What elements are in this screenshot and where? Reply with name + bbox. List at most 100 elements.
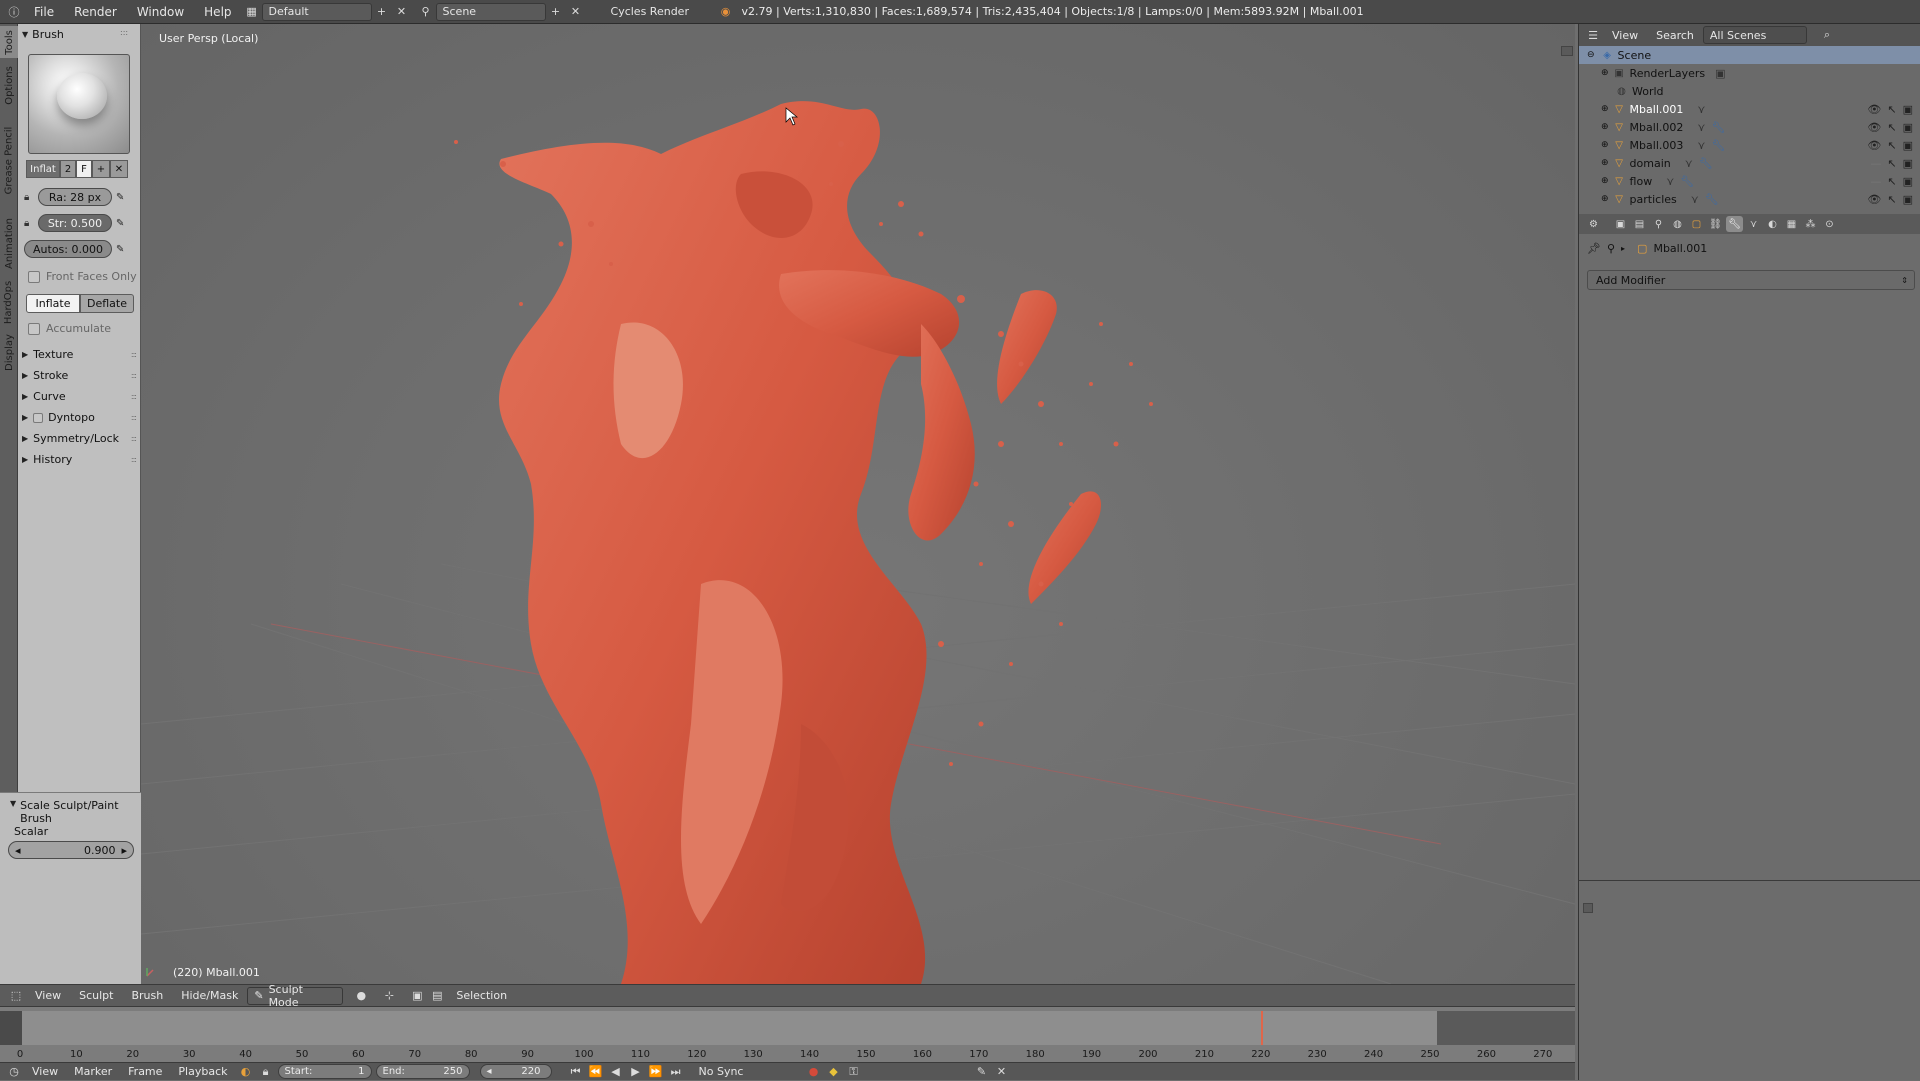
current-frame-cursor[interactable] [1260,1011,1263,1045]
drag-grip-icon[interactable]: ::: [120,28,128,37]
play-icon[interactable]: ▶ [628,1064,644,1080]
outliner-item-renderlayers[interactable]: ⊕ ▣ RenderLayers ▣ [1579,64,1920,82]
pin-icon[interactable]: 📌︎ [1587,242,1601,255]
menu-view[interactable]: View [24,1065,66,1078]
keying-set-icon[interactable]: ⚿ [846,1064,862,1080]
decrement-arrow-icon[interactable]: ◂ [487,1066,492,1077]
drag-grip-icon[interactable]: ::: [131,392,137,401]
modifiers-tab-icon[interactable]: 🔧︎ [1726,216,1743,232]
play-reverse-icon[interactable]: ◀ [608,1064,624,1080]
camera-icon[interactable]: ▣ [1903,121,1913,134]
pressure-icon[interactable]: ✎ [116,218,124,229]
camera-icon[interactable]: ▣ [1903,103,1913,116]
panel-history[interactable]: ▶ History::: [22,453,137,466]
camera-icon[interactable]: ▣ [1903,193,1913,206]
texture-tab-icon[interactable]: ▦ [1783,216,1800,232]
autosmooth-field[interactable]: Autos: 0.000 [24,240,112,258]
pivot-icon[interactable]: ⊹ [381,988,397,1004]
expand-icon[interactable]: ⊕ [1601,140,1609,150]
render-engine-dropdown[interactable]: Cycles Render [604,3,704,21]
keying-icon[interactable]: ◐ [238,1064,254,1080]
timeline[interactable]: 0 10 20 30 40 50 60 70 80 90 100 110 120 130 140 150 160… [0,1006,1575,1064]
world-tab-icon[interactable]: ◍ [1669,216,1686,232]
sync-dropdown[interactable]: No Sync [692,1063,792,1081]
front-faces-only-checkbox[interactable]: Front Faces Only [28,270,137,283]
physics-tab-icon[interactable]: ⊙ [1821,216,1838,232]
accumulate-checkbox[interactable]: Accumulate [28,322,111,335]
brush-preview-thumbnail[interactable] [28,54,130,154]
object-tab-icon[interactable]: ▢ [1688,216,1705,232]
camera-render-icon[interactable]: ▤ [429,988,445,1004]
menu-search[interactable]: Search [1647,29,1703,42]
strength-field[interactable]: Str: 0.500 [38,214,112,232]
viewport-canvas[interactable] [141,24,1575,984]
lock-icon[interactable]: 🔒︎ [24,218,38,229]
scene-tab-icon[interactable]: ⚲ [1650,216,1667,232]
tab-animation[interactable]: Animation [0,212,18,274]
menu-frame[interactable]: Frame [120,1065,170,1078]
outliner-item-flow[interactable]: ⊕ ▽ flow ⋎ 🔧︎ — ↖ ▣ [1579,172,1920,190]
eye-closed-icon[interactable]: — [1870,175,1881,188]
inflate-button[interactable]: Inflate [26,294,80,313]
render-preview-icon[interactable]: ▣ [409,988,425,1004]
tab-hardops[interactable]: HardOps [0,278,18,326]
insert-keyframe-icon[interactable]: ✎ [974,1064,990,1080]
menu-sculpt[interactable]: Sculpt [70,989,122,1002]
outliner-item-world[interactable]: ◍ World [1579,82,1920,100]
remove-scene-icon[interactable]: ✕ [568,4,584,20]
selection-menu[interactable]: Selection [447,989,516,1002]
layout-dropdown[interactable]: Default [261,2,372,21]
camera-icon[interactable]: ▣ [1903,139,1913,152]
eye-closed-icon[interactable]: — [1870,157,1881,170]
timeline-frame-range[interactable] [18,1011,1438,1045]
new-brush-button[interactable]: + [92,160,110,178]
brush-name-field[interactable]: Inflat [26,160,60,178]
brush-panel-header[interactable]: ▼ Brush [22,28,64,41]
tab-grease-pencil[interactable]: Grease Pencil [0,112,18,208]
panel-curve[interactable]: ▶ Curve::: [22,390,137,403]
menu-view[interactable]: View [26,989,70,1002]
increment-arrow-icon[interactable]: ▸ [121,844,127,857]
data-tab-icon[interactable]: ⋎ [1745,216,1762,232]
expand-icon[interactable]: ⊕ [1601,122,1609,132]
expand-icon[interactable]: ⊕ [1601,176,1609,186]
panel-symmetry-lock[interactable]: ▶ Symmetry/Lock::: [22,432,137,445]
menu-render[interactable]: Render [64,5,127,19]
menu-hide-mask[interactable]: Hide/Mask [172,989,247,1002]
tab-display[interactable]: Display [0,330,18,374]
mode-dropdown[interactable]: ✎ Sculpt Mode [247,983,344,1009]
editor-type-icon[interactable]: ⬚ [8,988,24,1004]
particles-tab-icon[interactable]: ⁂ [1802,216,1819,232]
drag-grip-icon[interactable]: ::: [131,371,137,380]
search-icon[interactable]: ⌕ [1819,27,1835,43]
pressure-icon[interactable]: ✎ [116,244,124,255]
region-toggle-icon[interactable] [1583,903,1593,913]
eye-icon[interactable]: 👁︎ [1867,121,1881,134]
dyntopo-checkbox[interactable] [33,412,44,423]
start-frame-field[interactable]: Start: 1 [277,1064,372,1079]
tab-options[interactable]: Options [0,62,18,108]
outliner-item-domain[interactable]: ⊕ ▽ domain ⋎ 🔧︎ — ↖ ▣ [1579,154,1920,172]
render-layers-tab-icon[interactable]: ▤ [1631,216,1648,232]
panel-texture[interactable]: ▶ Texture::: [22,348,137,361]
expand-icon[interactable]: ⊕ [1601,68,1609,78]
constraints-tab-icon[interactable]: ⛓ [1707,216,1724,232]
tab-tools[interactable]: Tools [0,26,18,58]
info-editor-icon[interactable]: ⓘ [6,4,22,20]
drag-grip-icon[interactable]: ::: [131,350,137,359]
menu-window[interactable]: Window [127,5,194,19]
drag-grip-icon[interactable]: ::: [131,434,137,443]
jump-end-icon[interactable]: ⏭ [668,1064,684,1080]
scene-icon[interactable]: ⚲ [418,4,434,20]
menu-view[interactable]: View [1603,29,1647,42]
eye-icon[interactable]: 👁︎ [1867,103,1881,116]
drag-grip-icon[interactable]: ::: [131,455,137,464]
cursor-icon[interactable]: ↖ [1887,157,1896,170]
outliner-item-mball-002[interactable]: ⊕ ▽ Mball.002 ⋎ 🔧︎ 👁︎ ↖ ▣ [1579,118,1920,136]
scalar-field[interactable]: ◂ 0.900 ▸ [8,841,134,859]
layout-icon[interactable]: ▦ [244,4,260,20]
scenes-dropdown[interactable]: All Scenes [1702,26,1807,44]
cursor-icon[interactable]: ↖ [1887,175,1896,188]
eye-icon[interactable]: 👁︎ [1867,139,1881,152]
unlink-brush-button[interactable]: ✕ [110,160,128,178]
